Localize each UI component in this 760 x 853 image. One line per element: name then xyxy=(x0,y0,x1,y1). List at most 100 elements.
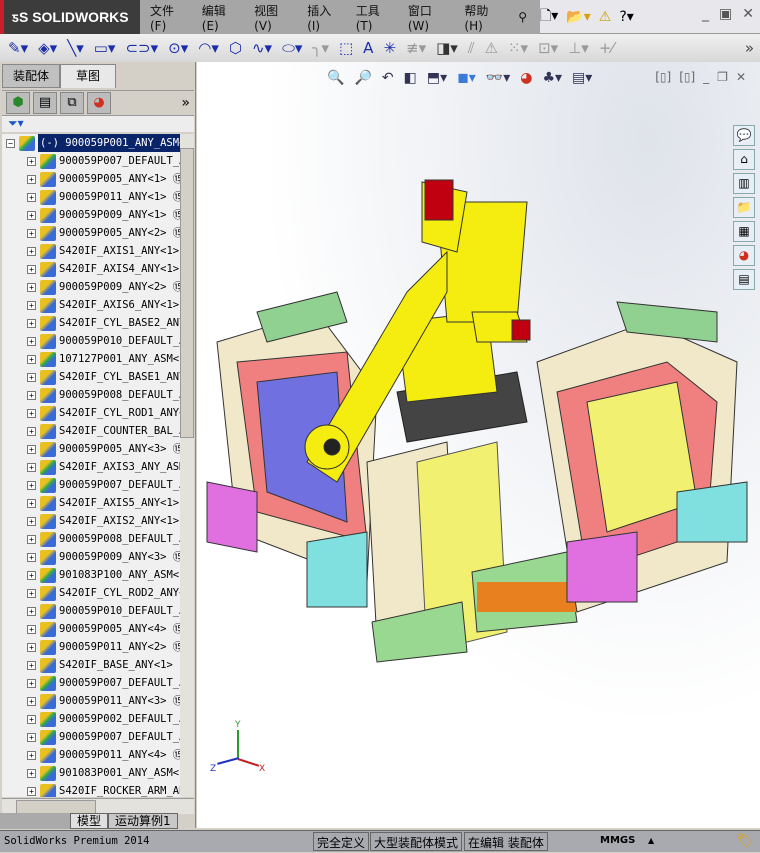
file-explorer-icon[interactable]: 📁 xyxy=(733,197,755,218)
design-library-icon[interactable]: ▥ xyxy=(733,173,755,194)
minimize-icon[interactable]: _ xyxy=(702,6,709,22)
tree-item[interactable]: +900059P005_ANY<4> ⑮ xyxy=(27,620,180,638)
tree-item[interactable]: +900059P008_DEFAULT_A xyxy=(27,530,180,548)
expand-icon[interactable]: + xyxy=(27,498,36,508)
tree-item[interactable]: +900059P008_DEFAULT_A xyxy=(27,386,180,404)
tree-item[interactable]: +900059P011_ANY<3> ⑮ xyxy=(27,692,180,710)
tree-item[interactable]: + S420IF_CYL_ROD1_ANY< xyxy=(27,404,180,422)
expand-icon[interactable]: + xyxy=(27,408,36,418)
tree-item[interactable]: + S420IF_CYL_BASE1_ANY xyxy=(27,368,180,386)
tree-item[interactable]: +900059P011_ANY<2> ⑮ xyxy=(27,638,180,656)
tree-item[interactable]: +900059P010_DEFAULT_A xyxy=(27,602,180,620)
configuration-manager-icon[interactable]: ⧉ xyxy=(60,91,84,114)
tree-item[interactable]: +107127P001_ANY_ASM<1 xyxy=(27,350,180,368)
graphics-viewport[interactable]: 🔍 🔎 ↶ ◧ ⬒▾ ◼▾ 👓▾ ◕ ♣▾ ▤▾ [▯] [▯] _ ❐ ✕ Y… xyxy=(197,62,760,828)
expand-icon[interactable]: + xyxy=(27,300,36,310)
plane-icon[interactable]: ⬚ xyxy=(339,39,353,57)
tab-model[interactable]: 模型 xyxy=(70,813,109,829)
tree-item[interactable]: + S420IF_COUNTER_BAL_A xyxy=(27,422,180,440)
expand-icon[interactable]: + xyxy=(27,660,36,670)
tree-item[interactable]: +900059P005_ANY<3> ⑮ xyxy=(27,440,180,458)
mirror-icon[interactable]: ⚠ xyxy=(485,39,498,57)
expand-icon[interactable]: + xyxy=(27,678,36,688)
expand-icon[interactable]: + xyxy=(27,282,36,292)
pattern-icon[interactable]: ⁙▾ xyxy=(508,39,528,57)
tree-item[interactable]: +900059P009_ANY<3> ⑮ xyxy=(27,548,180,566)
collapse-icon[interactable]: − xyxy=(6,138,15,148)
menu-insert[interactable]: 插入(I) xyxy=(307,2,343,33)
tree-item[interactable]: +900059P009_ANY<2> ⑮ xyxy=(27,278,180,296)
tab-sketch[interactable]: 草图 xyxy=(60,64,116,88)
pin-icon[interactable]: ⚲ xyxy=(518,10,527,24)
tree-item[interactable]: +900059P007_DEFAULT_A xyxy=(27,476,180,494)
slot-icon[interactable]: ⊂⊃▾ xyxy=(125,39,158,57)
tree-item[interactable]: + S420IF_BASE_ANY<1> xyxy=(27,656,173,674)
ellipse-icon[interactable]: ⬭▾ xyxy=(282,39,302,57)
repair-icon[interactable]: +⁄ xyxy=(599,39,614,57)
expand-icon[interactable]: + xyxy=(27,156,36,166)
tree-item[interactable]: +901083P100_ANY_ASM<1 xyxy=(27,566,180,584)
convert-icon[interactable]: ◨▾ xyxy=(436,39,458,57)
tab-navigation-arrows[interactable] xyxy=(0,813,70,829)
point-icon[interactable]: ✳ xyxy=(383,39,396,57)
display-manager-icon[interactable]: ◕ xyxy=(87,91,111,114)
expand-icon[interactable]: + xyxy=(27,318,36,328)
view-palette-icon[interactable]: ▦ xyxy=(733,221,755,242)
new-document-icon[interactable]: 🗋▾ xyxy=(540,5,558,29)
custom-properties-icon[interactable]: ▤ xyxy=(733,269,755,290)
tree-item[interactable]: + S420IF_CYL_BASE2_ANY xyxy=(27,314,180,332)
offset-icon[interactable]: ⫽ xyxy=(468,39,475,57)
expand-icon[interactable]: + xyxy=(27,732,36,742)
move-icon[interactable]: ⊡▾ xyxy=(538,39,558,57)
home-icon[interactable]: ⌂ xyxy=(733,149,755,170)
tag-icon[interactable]: 🏷 xyxy=(736,831,754,851)
more-icon[interactable]: » xyxy=(745,39,754,57)
tree-item[interactable]: +900059P005_ANY<2> ⑮ xyxy=(27,224,180,242)
feature-manager-icon[interactable]: ⬢ xyxy=(6,91,30,114)
expand-icon[interactable]: + xyxy=(27,750,36,760)
expand-icon[interactable]: + xyxy=(27,174,36,184)
expand-icon[interactable]: + xyxy=(27,264,36,274)
arc-icon[interactable]: ◠▾ xyxy=(198,39,219,57)
tree-item[interactable]: +900059P007_DEFAULT_A xyxy=(27,152,180,170)
tree-item[interactable]: +900059P009_ANY<1> ⑮ xyxy=(27,206,180,224)
close-icon[interactable]: ✕ xyxy=(742,6,754,22)
expand-icon[interactable]: + xyxy=(27,210,36,220)
expand-panel-icon[interactable]: » xyxy=(181,95,190,111)
polygon-icon[interactable]: ⬡ xyxy=(229,39,242,57)
tree-horizontal-scrollbar[interactable] xyxy=(2,798,194,814)
tab-assembly[interactable]: 装配体 xyxy=(2,64,60,88)
warning-icon[interactable]: ⚠ xyxy=(599,9,612,25)
appearances-icon[interactable]: ◕ xyxy=(733,245,755,266)
expand-icon[interactable]: + xyxy=(27,588,36,598)
tree-item[interactable]: +900059P007_DEFAULT_A xyxy=(27,728,180,746)
spline-icon[interactable]: ∿▾ xyxy=(252,39,272,57)
help-icon[interactable]: ?▾ xyxy=(619,9,633,25)
expand-icon[interactable]: + xyxy=(27,426,36,436)
tree-item[interactable]: + S420IF_AXIS6_ANY<1> xyxy=(27,296,179,314)
menu-file[interactable]: 文件(F) xyxy=(150,2,189,33)
tree-item[interactable]: + S420IF_AXIS1_ANY<1> xyxy=(27,242,179,260)
expand-icon[interactable]: + xyxy=(27,714,36,724)
menu-help[interactable]: 帮助(H) xyxy=(464,2,505,33)
tree-item[interactable]: + S420IF_AXIS4_ANY<1> xyxy=(27,260,179,278)
menu-edit[interactable]: 编辑(E) xyxy=(202,2,241,33)
expand-icon[interactable]: + xyxy=(27,642,36,652)
open-folder-icon[interactable]: 📂▾ xyxy=(566,9,590,25)
units-system[interactable]: MMGS xyxy=(600,831,635,851)
tree-item[interactable]: + S420IF_AXIS2_ANY<1> xyxy=(27,512,179,530)
circle-icon[interactable]: ⊙▾ xyxy=(168,39,188,57)
expand-icon[interactable]: + xyxy=(27,516,36,526)
expand-icon[interactable]: + xyxy=(27,534,36,544)
trim-icon[interactable]: ≢▾ xyxy=(406,39,426,57)
tree-item[interactable]: +900059P011_ANY<1> ⑮ xyxy=(27,188,180,206)
tree-item[interactable]: + S420IF_AXIS3_ANY_ASM xyxy=(27,458,180,476)
tree-item[interactable]: +901083P001_ANY_ASM<1 xyxy=(27,764,180,782)
expand-icon[interactable]: + xyxy=(27,246,36,256)
solidworks-logo[interactable]: ƽS SOLIDWORKS xyxy=(0,0,140,34)
expand-icon[interactable]: + xyxy=(27,786,36,796)
expand-icon[interactable]: + xyxy=(27,354,36,364)
tab-motion-study[interactable]: 运动算例1 xyxy=(108,813,178,829)
restore-icon[interactable]: ▣ xyxy=(719,6,732,22)
expand-icon[interactable]: + xyxy=(27,570,36,580)
